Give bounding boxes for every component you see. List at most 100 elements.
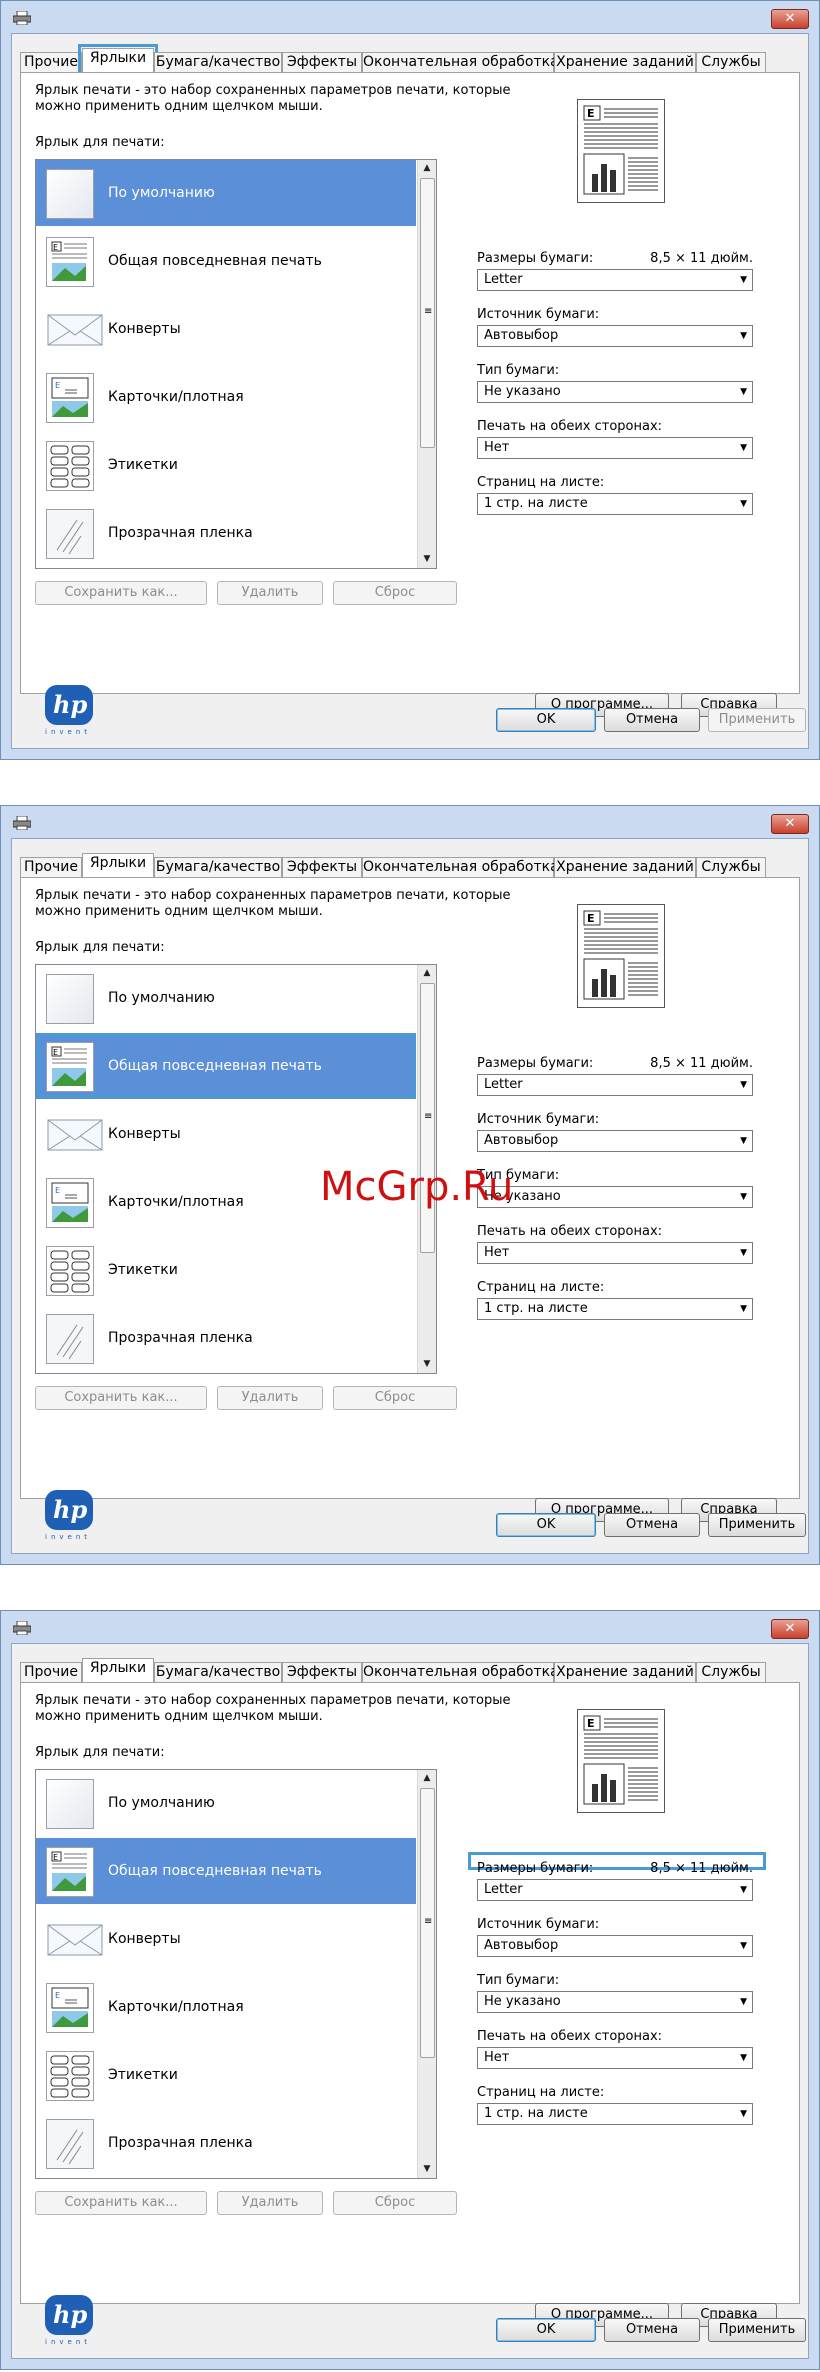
document-image-icon: E — [46, 237, 94, 287]
shortcut-list[interactable]: По умолчанию E Общая повседневная печать… — [35, 159, 437, 569]
shortcut-item-transparency[interactable]: Прозрачная пленка — [36, 1305, 416, 1371]
shortcut-item-default[interactable]: По умолчанию — [36, 160, 416, 226]
chevron-down-icon: ▼ — [740, 499, 747, 509]
reset-button[interactable]: Сброс — [333, 581, 457, 605]
close-button[interactable]: ✕ — [771, 814, 809, 834]
paper-source-select[interactable]: Автовыбор ▼ — [477, 1935, 753, 1957]
pages-per-sheet-select[interactable]: 1 стр. на листе ▼ — [477, 1298, 753, 1320]
pages-per-sheet-select[interactable]: 1 стр. на листе ▼ — [477, 2103, 753, 2125]
paper-source-select[interactable]: Автовыбор ▼ — [477, 325, 753, 347]
tab-effects[interactable]: Эффекты — [282, 52, 362, 72]
scroll-up-arrow-icon[interactable]: ▲ — [418, 160, 436, 177]
duplex-select[interactable]: Нет ▼ — [477, 1242, 753, 1264]
cancel-button[interactable]: Отмена — [604, 1513, 700, 1537]
scroll-down-arrow-icon[interactable]: ▼ — [418, 2161, 436, 2178]
scroll-up-arrow-icon[interactable]: ▲ — [418, 1770, 436, 1787]
tab-job-storage[interactable]: Хранение заданий — [554, 857, 696, 877]
tab-effects[interactable]: Эффекты — [282, 1662, 362, 1682]
duplex-select[interactable]: Нет ▼ — [477, 2047, 753, 2069]
tab-other[interactable]: Прочие — [20, 1662, 82, 1682]
scroll-thumb[interactable]: ≡ — [420, 983, 435, 1253]
shortcut-item-label: Прозрачная пленка — [108, 1330, 253, 1346]
paper-type-select[interactable]: Не указано ▼ — [477, 1186, 753, 1208]
shortcut-item-envelopes[interactable]: Конверты — [36, 1101, 416, 1167]
tab-services[interactable]: Службы — [696, 857, 766, 877]
close-button[interactable]: ✕ — [771, 9, 809, 29]
tab-other[interactable]: Прочие — [20, 857, 82, 877]
delete-button[interactable]: Удалить — [217, 581, 323, 605]
delete-button[interactable]: Удалить — [217, 2191, 323, 2215]
shortcut-item-cards[interactable]: E Карточки/плотная — [36, 1974, 416, 2040]
shortcut-description: Ярлык печати - это набор сохраненных пар… — [35, 1693, 511, 1724]
save-as-button[interactable]: Сохранить как... — [35, 1386, 207, 1410]
list-scrollbar[interactable]: ▲ ≡ ▼ — [417, 1770, 436, 2178]
apply-button[interactable]: Применить — [708, 708, 806, 732]
shortcut-item-label: По умолчанию — [108, 990, 215, 1006]
pages-per-sheet-select[interactable]: 1 стр. на листе ▼ — [477, 493, 753, 515]
shortcut-item-default[interactable]: По умолчанию — [36, 1770, 416, 1836]
cancel-button[interactable]: Отмена — [604, 2318, 700, 2342]
paper-size-select[interactable]: Letter ▼ — [477, 1879, 753, 1901]
tab-job-storage[interactable]: Хранение заданий — [554, 1662, 696, 1682]
shortcut-item-default[interactable]: По умолчанию — [36, 965, 416, 1031]
tab-shortcuts[interactable]: Ярлыки — [78, 44, 158, 77]
tab-finishing[interactable]: Окончательная обработка — [362, 857, 559, 877]
paper-size-select[interactable]: Letter ▼ — [477, 269, 753, 291]
paper-size-select[interactable]: Letter ▼ — [477, 1074, 753, 1096]
tab-paper-quality[interactable]: Бумага/качество — [154, 1662, 282, 1682]
list-scrollbar[interactable]: ▲ ≡ ▼ — [417, 160, 436, 568]
ok-button[interactable]: OK — [496, 2318, 596, 2342]
scroll-down-arrow-icon[interactable]: ▼ — [418, 551, 436, 568]
paper-size-value: 8,5 × 11 дюйм. — [650, 1861, 753, 1876]
tab-paper-quality[interactable]: Бумага/качество — [154, 857, 282, 877]
shortcut-item-transparency[interactable]: Прозрачная пленка — [36, 500, 416, 566]
delete-button[interactable]: Удалить — [217, 1386, 323, 1410]
shortcut-item-everyday[interactable]: E Общая повседневная печать — [36, 228, 416, 294]
scroll-thumb[interactable]: ≡ — [420, 1788, 435, 2058]
ok-button[interactable]: OK — [496, 1513, 596, 1537]
transparency-icon — [46, 509, 94, 559]
tab-services[interactable]: Службы — [696, 52, 766, 72]
apply-button[interactable]: Применить — [708, 1513, 806, 1537]
tab-shortcuts[interactable]: Ярлыки — [82, 1658, 154, 1683]
ok-button[interactable]: OK — [496, 708, 596, 732]
scroll-down-arrow-icon[interactable]: ▼ — [418, 1356, 436, 1373]
shortcut-item-everyday[interactable]: E Общая повседневная печать — [36, 1033, 416, 1099]
tab-finishing[interactable]: Окончательная обработка — [362, 1662, 559, 1682]
chevron-down-icon: ▼ — [740, 443, 747, 453]
shortcut-item-labels[interactable]: Этикетки — [36, 2042, 416, 2108]
apply-button[interactable]: Применить — [708, 2318, 806, 2342]
reset-button[interactable]: Сброс — [333, 2191, 457, 2215]
paper-type-select[interactable]: Не указано ▼ — [477, 381, 753, 403]
shortcut-list[interactable]: По умолчанию E Общая повседневная печать… — [35, 1769, 437, 2179]
save-as-button[interactable]: Сохранить как... — [35, 581, 207, 605]
duplex-select[interactable]: Нет ▼ — [477, 437, 753, 459]
shortcut-item-cards[interactable]: E Карточки/плотная — [36, 364, 416, 430]
tab-finishing[interactable]: Окончательная обработка — [362, 52, 559, 72]
chevron-down-icon: ▼ — [740, 1136, 747, 1146]
shortcut-item-everyday[interactable]: E Общая повседневная печать — [36, 1838, 416, 1904]
paper-source-select[interactable]: Автовыбор ▼ — [477, 1130, 753, 1152]
shortcut-item-envelopes[interactable]: Конверты — [36, 296, 416, 362]
labels-icon — [46, 1246, 94, 1296]
scroll-thumb[interactable]: ≡ — [420, 178, 435, 448]
svg-text:E: E — [53, 1048, 58, 1057]
tab-effects[interactable]: Эффекты — [282, 857, 362, 877]
tab-shortcuts[interactable]: Ярлыки — [82, 853, 154, 878]
tab-paper-quality[interactable]: Бумага/качество — [154, 52, 282, 72]
shortcuts-panel: Ярлык печати - это набор сохраненных пар… — [20, 72, 800, 736]
shortcuts-panel: Ярлык печати - это набор сохраненных пар… — [20, 1682, 800, 2346]
save-as-button[interactable]: Сохранить как... — [35, 2191, 207, 2215]
tab-other[interactable]: Прочие — [20, 52, 82, 72]
cancel-button[interactable]: Отмена — [604, 708, 700, 732]
close-button[interactable]: ✕ — [771, 1619, 809, 1639]
paper-type-select[interactable]: Не указано ▼ — [477, 1991, 753, 2013]
shortcut-item-transparency[interactable]: Прозрачная пленка — [36, 2110, 416, 2176]
tab-job-storage[interactable]: Хранение заданий — [554, 52, 696, 72]
shortcut-item-envelopes[interactable]: Конверты — [36, 1906, 416, 1972]
shortcut-item-labels[interactable]: Этикетки — [36, 1237, 416, 1303]
reset-button[interactable]: Сброс — [333, 1386, 457, 1410]
scroll-up-arrow-icon[interactable]: ▲ — [418, 965, 436, 982]
tab-services[interactable]: Службы — [696, 1662, 766, 1682]
shortcut-item-labels[interactable]: Этикетки — [36, 432, 416, 498]
